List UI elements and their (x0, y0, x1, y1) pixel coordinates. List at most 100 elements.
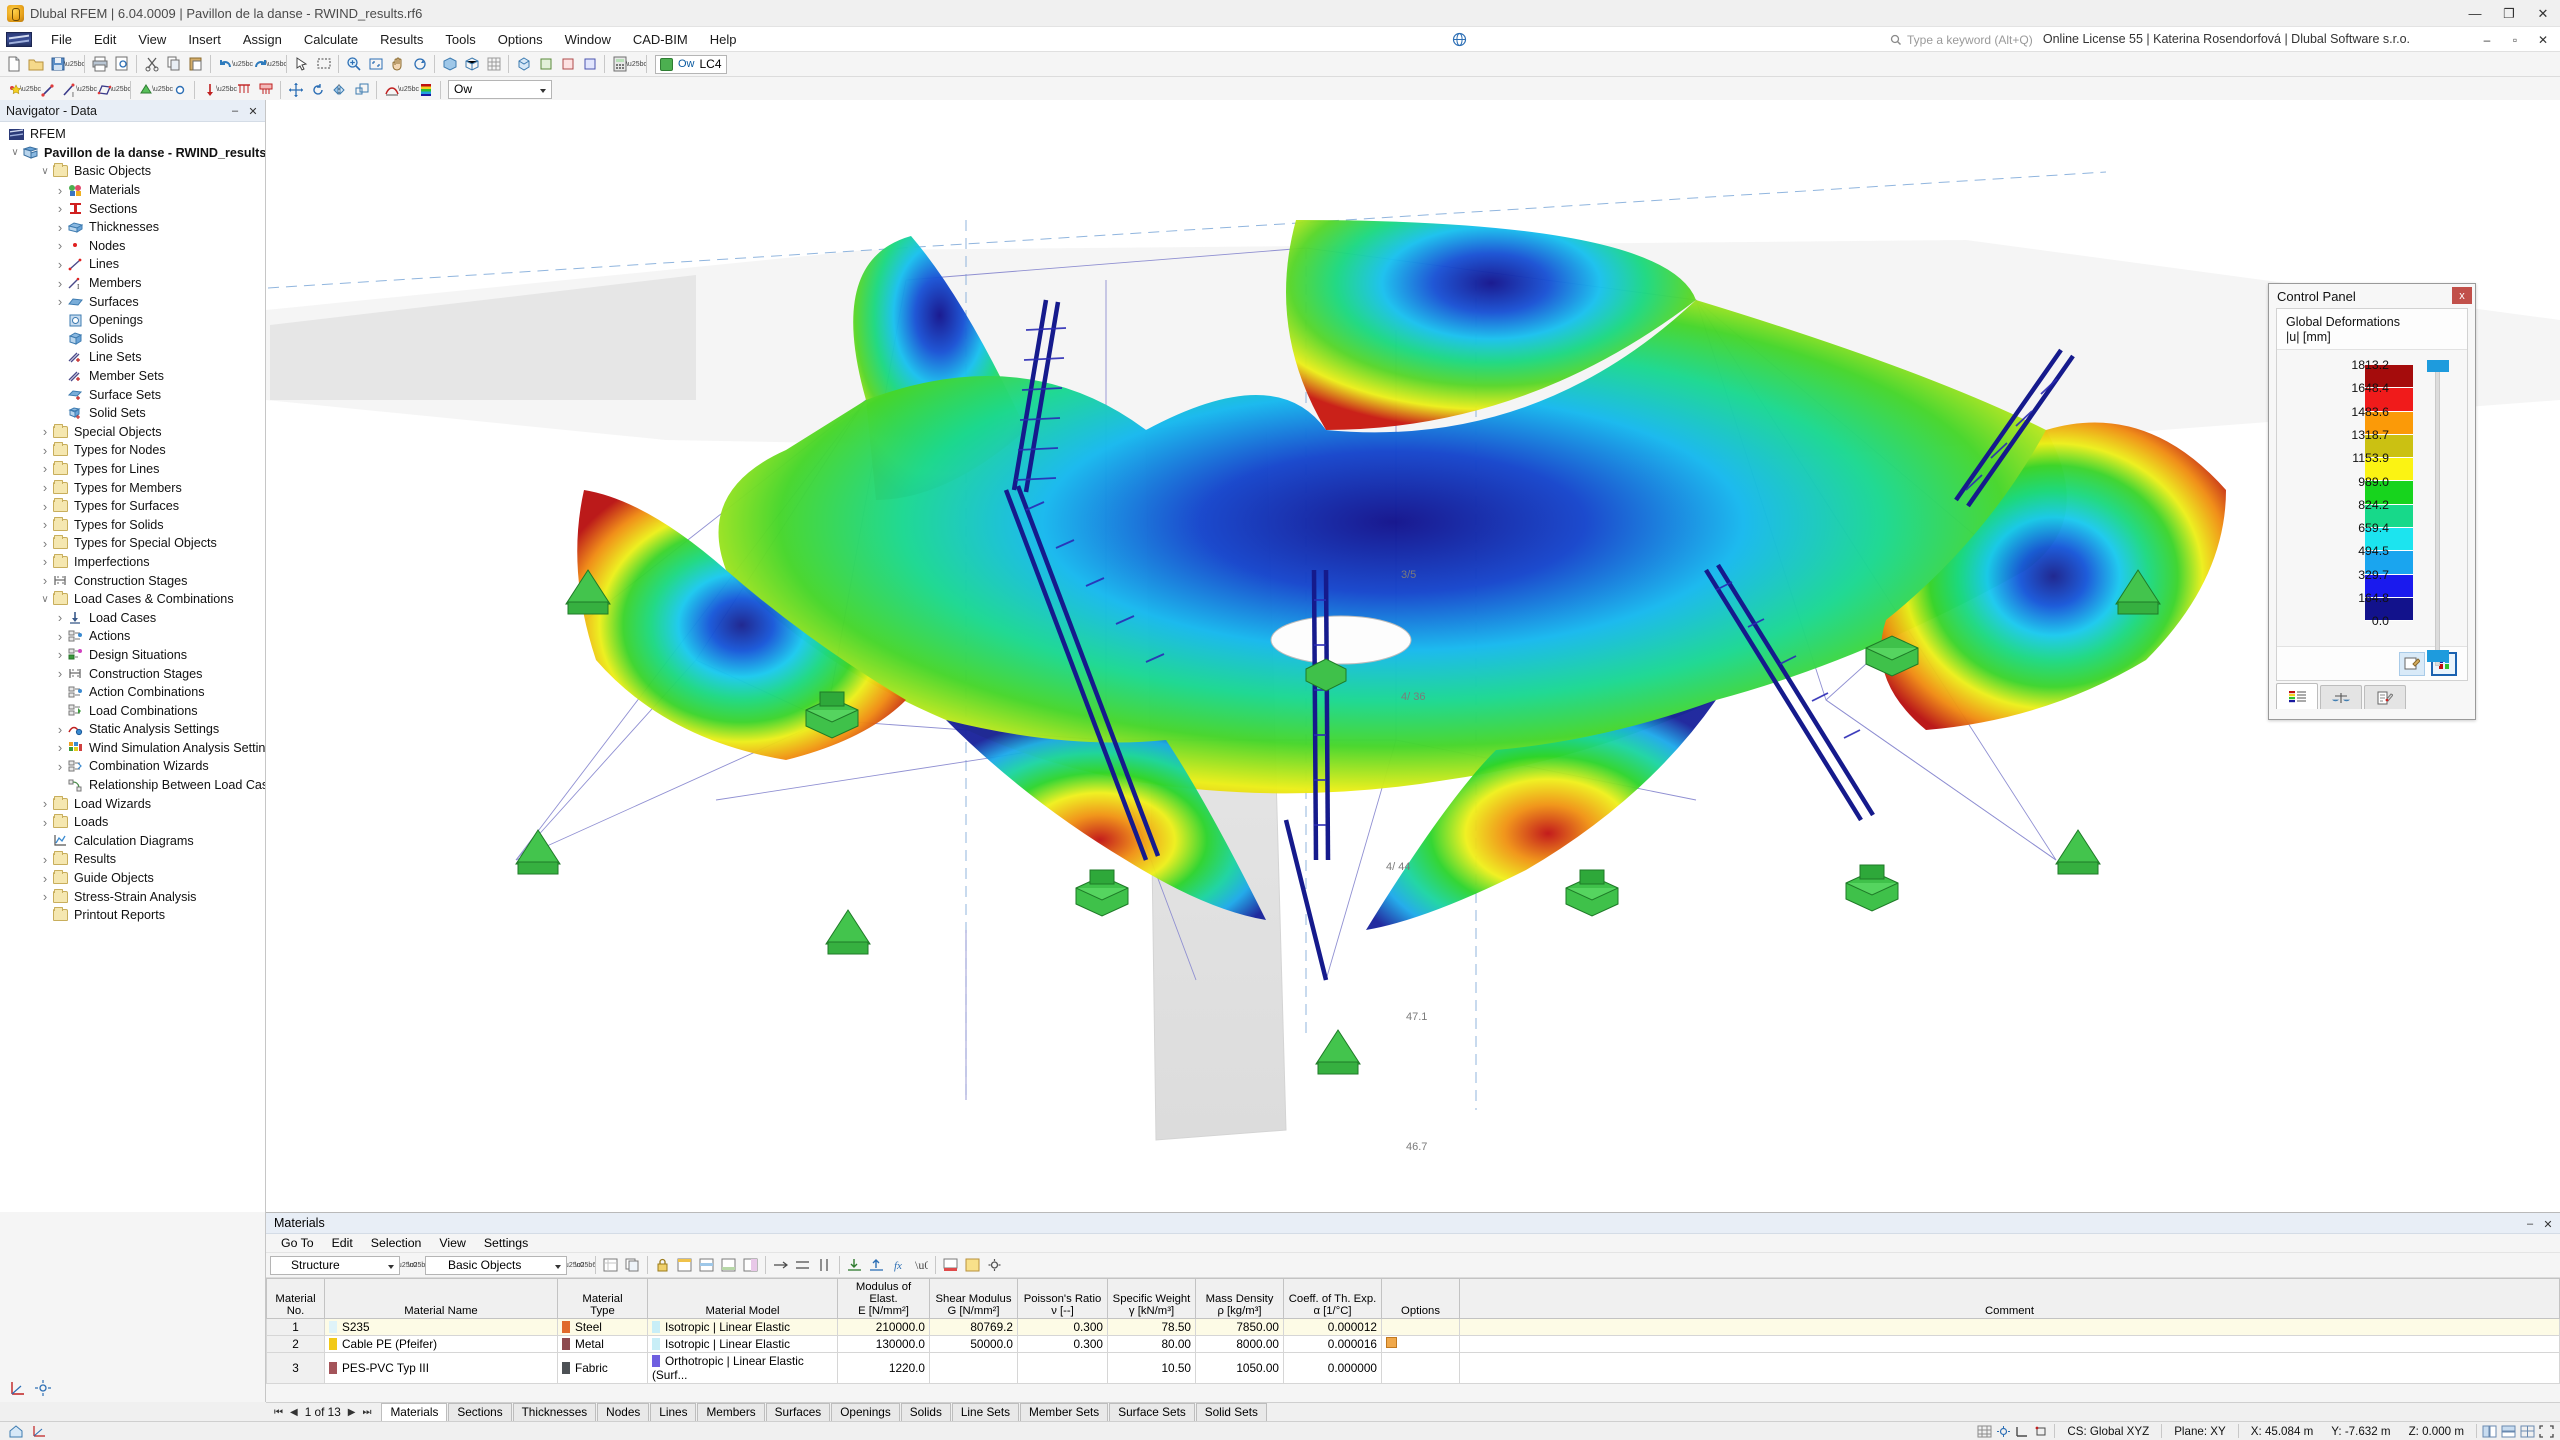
first-record-button[interactable]: ⏮ (274, 1407, 283, 1418)
expander-icon[interactable] (53, 610, 67, 625)
legend-slider-lower-knob[interactable] (2427, 650, 2449, 662)
menu-results[interactable]: Results (369, 27, 434, 52)
tree-node-construction-stages[interactable]: Construction Stages (0, 664, 265, 683)
cell-material-name[interactable]: Cable PE (Pfeifer) (325, 1336, 558, 1353)
col-comment[interactable]: Comment (1460, 1279, 2560, 1319)
tree-node-solids[interactable]: Solids (0, 330, 265, 349)
table-menu-edit[interactable]: Edit (323, 1234, 362, 1253)
col-specific-weight[interactable]: Specific Weightγ [kN/m³] (1108, 1279, 1196, 1319)
tree-node-load-cases[interactable]: Load Cases (0, 608, 265, 627)
table-merge-button[interactable] (770, 1255, 791, 1276)
mirror-button[interactable] (329, 79, 350, 100)
tree-node-guide-objects[interactable]: Guide Objects (0, 869, 265, 888)
maximize-button[interactable]: ❐ (2492, 0, 2526, 27)
cell-mass-density[interactable]: 1050.00 (1196, 1353, 1284, 1384)
tree-node-sections[interactable]: Sections (0, 199, 265, 218)
expander-icon[interactable] (38, 499, 52, 514)
tree-node-action-combinations[interactable]: Action Combinations (0, 683, 265, 702)
tree-node-relationship-between-load-cases[interactable]: Relationship Between Load Cases (0, 776, 265, 795)
zoom-in-button[interactable] (343, 54, 364, 75)
object-tab-members[interactable]: Members (697, 1403, 764, 1422)
model-3d-view[interactable]: 3/5 4/ 36 4/ 44 47.1 46.7 (266, 100, 2560, 1212)
undo-dropdown-caret[interactable]: \u25bc (237, 54, 248, 75)
navigator-pin-icon[interactable]: – (227, 103, 243, 119)
table-lock-button[interactable] (652, 1255, 673, 1276)
undo-button[interactable] (215, 54, 236, 75)
expander-icon[interactable] (38, 461, 52, 476)
tree-node-solid-sets[interactable]: Solid Sets (0, 404, 265, 423)
results-deformation-button[interactable] (381, 79, 402, 100)
expander-icon[interactable] (38, 536, 52, 551)
status-home-icon[interactable] (6, 1423, 25, 1440)
model-viewport[interactable]: 3/5 4/ 36 4/ 44 47.1 46.7 Control Panel … (266, 100, 2560, 1212)
tab-color-scale[interactable] (2276, 683, 2318, 709)
object-tab-solid-sets[interactable]: Solid Sets (1196, 1403, 1267, 1422)
tree-node-construction-stages[interactable]: Construction Stages (0, 571, 265, 590)
tree-node-calculation-diagrams[interactable]: Calculation Diagrams (0, 832, 265, 851)
legend-slider-upper-knob[interactable] (2427, 360, 2449, 372)
table-menu-selection[interactable]: Selection (362, 1234, 431, 1253)
materials-table[interactable]: MaterialNo. Material Name MaterialType M… (266, 1278, 2560, 1384)
new-member-button[interactable]: I (59, 79, 80, 100)
tree-node-materials[interactable]: Materials (0, 181, 265, 200)
new-load-dropdown-caret[interactable]: \u25bc (221, 79, 232, 100)
col-material-type[interactable]: MaterialType (558, 1279, 648, 1319)
legend-color-scale[interactable]: 1813.21648.41483.61318.71153.9989.0824.2… (2277, 350, 2467, 646)
expander-icon[interactable] (53, 666, 67, 681)
move-button[interactable] (285, 79, 306, 100)
tree-node-stress-strain-analysis[interactable]: Stress-Strain Analysis (0, 887, 265, 906)
cell-shear-modulus[interactable]: 80769.2 (930, 1319, 1018, 1336)
tree-node-thicknesses[interactable]: Thicknesses (0, 218, 265, 237)
object-tabs[interactable]: MaterialsSectionsThicknessesNodesLinesMe… (381, 1403, 1267, 1422)
rotate-button[interactable] (307, 79, 328, 100)
status-snap-icon[interactable] (1994, 1423, 2013, 1440)
redo-dropdown-caret[interactable]: \u25bc (271, 54, 282, 75)
expander-icon[interactable] (53, 629, 67, 644)
print-preview-button[interactable] (111, 54, 132, 75)
table-sum-button[interactable]: \u03a3 (910, 1255, 931, 1276)
cell-material-type[interactable]: Fabric (558, 1353, 648, 1384)
paste-button[interactable] (185, 54, 206, 75)
object-tab-materials[interactable]: Materials (381, 1403, 447, 1422)
expander-icon[interactable] (53, 238, 67, 253)
table-row[interactable]: 1S235SteelIsotropic | Linear Elastic2100… (267, 1319, 2560, 1336)
legend-slider-track[interactable] (2435, 366, 2440, 666)
table-row[interactable]: 3PES-PVC Typ IIIFabricOrthotropic | Line… (267, 1353, 2560, 1384)
table-menu-settings[interactable]: Settings (475, 1234, 537, 1253)
tree-node-nodes[interactable]: Nodes (0, 237, 265, 256)
table-split-button[interactable] (792, 1255, 813, 1276)
tree-node-loads[interactable]: Loads (0, 813, 265, 832)
col-mass-density[interactable]: Mass Densityρ [kg/m³] (1196, 1279, 1284, 1319)
warning-icon[interactable] (1386, 1337, 1397, 1348)
cell-coeff-th-exp[interactable]: 0.000012 (1284, 1319, 1382, 1336)
edit-colors-button[interactable] (2399, 652, 2425, 676)
table-new-row-button[interactable] (600, 1255, 621, 1276)
materials-table-body[interactable]: 1S235SteelIsotropic | Linear Elastic2100… (267, 1319, 2560, 1384)
object-tab-sections[interactable]: Sections (448, 1403, 511, 1422)
menu-tools[interactable]: Tools (434, 27, 486, 52)
cell-specific-weight[interactable]: 80.00 (1108, 1336, 1196, 1353)
cell-comment[interactable] (1460, 1336, 2560, 1353)
table-import-button[interactable] (844, 1255, 865, 1276)
table-filter1-button[interactable] (674, 1255, 695, 1276)
expander-icon[interactable] (38, 480, 52, 495)
new-node-button[interactable] (3, 79, 24, 100)
cell-mass-density[interactable]: 8000.00 (1196, 1336, 1284, 1353)
render-solid-button[interactable] (439, 54, 460, 75)
expander-icon[interactable] (53, 740, 67, 755)
col-options[interactable]: Options (1382, 1279, 1460, 1319)
cell-options[interactable] (1382, 1336, 1460, 1353)
tree-node-load-combinations[interactable]: Load Combinations (0, 701, 265, 720)
cell-options[interactable] (1382, 1319, 1460, 1336)
cell-specific-weight[interactable]: 10.50 (1108, 1353, 1196, 1384)
object-tab-lines[interactable]: Lines (650, 1403, 696, 1422)
line-load-button[interactable] (233, 79, 254, 100)
object-next-caret[interactable]: \u25b6 (580, 1255, 591, 1276)
cell-coeff-th-exp[interactable]: 0.000000 (1284, 1353, 1382, 1384)
coordinate-system-icon[interactable] (7, 1377, 28, 1398)
expander-icon[interactable] (38, 424, 52, 439)
cell-material-name[interactable]: PES-PVC Typ III (325, 1353, 558, 1384)
expander-icon[interactable] (38, 815, 52, 830)
render-wireframe-button[interactable] (461, 54, 482, 75)
menu-window[interactable]: Window (554, 27, 622, 52)
